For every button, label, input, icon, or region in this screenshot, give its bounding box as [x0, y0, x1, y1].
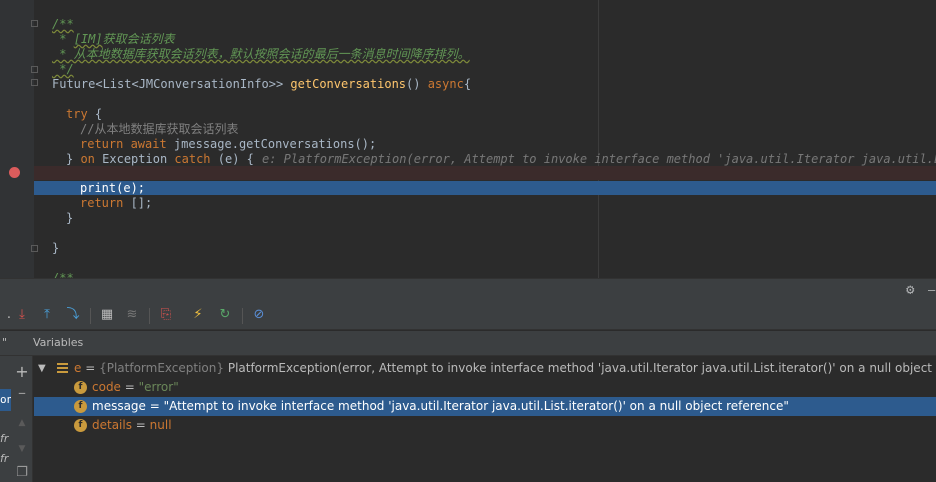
variable-name: message: [92, 399, 146, 413]
variable-value: "error": [138, 380, 179, 394]
doc-comment: 获取会话列表: [102, 32, 175, 46]
code-token: print(e);: [80, 181, 146, 195]
code-token: {: [87, 107, 103, 121]
code-line: Future<List<JMConversationInfo>> getConv…: [0, 77, 936, 92]
inline-value-hint: e: PlatformException(error, Attempt to i…: [262, 152, 936, 166]
code-line: }: [0, 211, 936, 226]
code-token: {: [463, 77, 472, 91]
doc-comment: *: [52, 32, 74, 46]
toolbar-divider: [149, 308, 150, 324]
code-line: * 从本地数据库获取会话列表，默认按照会话的最后一条消息时间降序排列。: [0, 47, 936, 62]
frame-item-selected[interactable]: on: [0, 389, 11, 411]
code-line: */: [0, 62, 936, 77]
code-line: print(e);: [0, 181, 936, 196]
code-line: }: [0, 241, 936, 256]
doc-comment: /**: [52, 271, 74, 278]
frame-item[interactable]: fr: [0, 432, 8, 445]
lightning-icon[interactable]: ⚡: [189, 306, 207, 324]
step-out-icon[interactable]: ⤒: [38, 306, 56, 324]
doc-comment: * 从本地数据库获取会话列表，默认按照会话的最后一条消息时间降序排列。: [52, 47, 470, 61]
variable-row-code[interactable]: f code = "error": [34, 378, 936, 397]
keyword: on: [80, 152, 103, 166]
keyword: async: [427, 77, 464, 91]
variable-row-e[interactable]: ▼ e = {PlatformException} PlatformExcept…: [34, 359, 936, 378]
variable-name: code: [92, 380, 121, 394]
variable-row-message[interactable]: f message = "Attempt to invoke interface…: [34, 397, 936, 416]
doc-comment: */: [52, 62, 74, 76]
keyword: catch: [174, 152, 218, 166]
code-token: }: [66, 211, 74, 225]
code-line: return [];: [0, 196, 936, 211]
equals-sign: =: [81, 361, 100, 375]
toolbar-divider: [90, 308, 91, 324]
variable-type: {PlatformException}: [99, 361, 228, 375]
code-line: * [IM]获取会话列表: [0, 32, 936, 47]
copy-icon[interactable]: ❐: [13, 464, 31, 482]
step-into-icon[interactable]: ⤓: [13, 306, 31, 324]
variable-value: PlatformException(error, Attempt to invo…: [227, 361, 936, 375]
variable-value: "Attempt to invoke interface method 'jav…: [163, 399, 789, 413]
variables-header: [0, 331, 936, 356]
code-token: }: [66, 152, 81, 166]
equals-sign: =: [145, 399, 164, 413]
mute-breakpoints-icon[interactable]: ⊘: [250, 306, 268, 324]
code-line: return await jmessage.getConversations()…: [0, 137, 936, 152]
reload-icon[interactable]: ↻: [216, 306, 234, 324]
keyword: return await: [80, 137, 174, 151]
exception-line-highlight: [34, 166, 936, 180]
field-icon: f: [74, 381, 87, 394]
code-line: //从本地数据库获取会话列表: [0, 122, 936, 137]
field-icon: f: [74, 400, 87, 413]
remove-watch-icon[interactable]: –: [13, 384, 31, 402]
object-icon: [57, 363, 68, 374]
hide-panel-icon[interactable]: –: [928, 283, 935, 297]
frames-header-icon[interactable]: ": [2, 336, 7, 349]
code-editor[interactable]: /** * [IM]获取会话列表 * 从本地数据库获取会话列表，默认按照会话的最…: [0, 0, 936, 278]
code-line: /**: [0, 271, 936, 278]
equals-sign: =: [120, 380, 139, 394]
run-to-cursor-icon[interactable]: ⤵: [64, 306, 82, 324]
function-name[interactable]: getConversations: [290, 77, 406, 91]
code-line: /**: [0, 17, 936, 32]
code-line: } on Exception catch (e) { e: PlatformEx…: [0, 152, 936, 167]
doc-tag: [IM]: [73, 32, 103, 46]
trace-icon[interactable]: ≋: [123, 306, 141, 324]
return-type: Future<List<JMConversationInfo>>: [52, 77, 291, 91]
code-line: try {: [0, 107, 936, 122]
variable-value: null: [149, 418, 172, 432]
expand-triangle-icon[interactable]: ▼: [38, 359, 46, 378]
keyword: return: [80, 196, 131, 210]
debug-panel-header: [0, 278, 936, 302]
code-token: Exception: [102, 152, 175, 166]
move-down-icon[interactable]: ▼: [13, 440, 31, 458]
equals-sign: =: [131, 418, 150, 432]
gear-icon[interactable]: ⚙: [906, 283, 920, 297]
move-up-icon[interactable]: ▲: [13, 414, 31, 432]
keyword: try: [66, 107, 88, 121]
doc-comment: /**: [52, 17, 74, 31]
variable-row-details[interactable]: f details = null: [34, 416, 936, 435]
code-token: (): [406, 77, 428, 91]
variable-name: details: [92, 418, 132, 432]
line-comment: //从本地数据库获取会话列表: [80, 122, 239, 136]
code-token: }: [52, 241, 60, 255]
frame-item[interactable]: fr: [0, 452, 8, 465]
toolbar-divider: [242, 308, 243, 324]
variables-title: Variables: [33, 336, 84, 349]
code-token: (e) {: [217, 152, 254, 166]
code-token: [];: [130, 196, 153, 210]
add-watch-icon[interactable]: +: [13, 363, 31, 381]
field-icon: f: [74, 419, 87, 432]
drop-frame-icon[interactable]: ⎘: [157, 306, 175, 324]
code-token: jmessage.getConversations();: [173, 137, 377, 151]
evaluate-expression-icon[interactable]: ▦: [98, 306, 116, 324]
